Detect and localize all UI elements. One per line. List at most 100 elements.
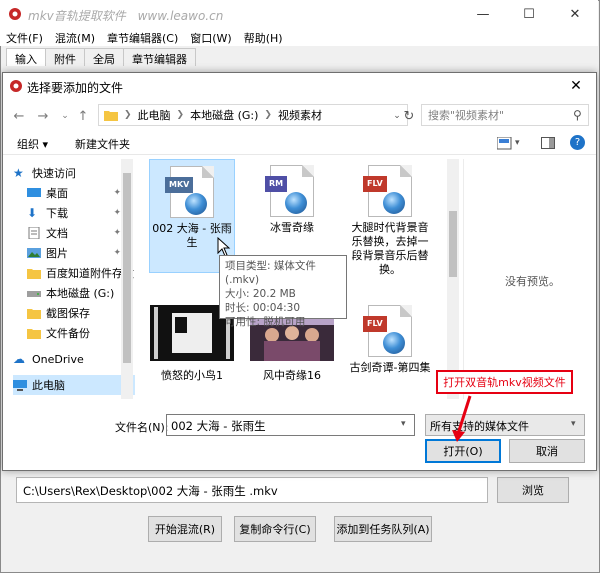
cancel-button[interactable]: 取消 bbox=[509, 439, 585, 463]
help-icon[interactable]: ? bbox=[570, 135, 585, 150]
tooltip-duration: 时长: 00:04:30 bbox=[225, 302, 301, 314]
nav-screenshots[interactable]: 截图保存 bbox=[13, 303, 135, 323]
app-title-url: www.leawo.cn bbox=[137, 9, 224, 23]
preview-pane-icon[interactable] bbox=[541, 137, 555, 150]
folder-icon bbox=[27, 329, 41, 339]
file-name: 冰雪奇缘 bbox=[270, 221, 314, 234]
pin-icon: ✦ bbox=[113, 208, 121, 218]
menubar: 文件(F) 混流(M) 章节编辑器(C) 窗口(W) 帮助(H) bbox=[0, 28, 598, 46]
nav-desktop[interactable]: 桌面 ✦ bbox=[13, 183, 135, 203]
tab-global[interactable]: 全局 bbox=[84, 48, 124, 66]
browse-button[interactable]: 浏览 bbox=[497, 477, 569, 503]
file-info-tooltip: 项目类型: 媒体文件(.mkv) 大小: 20.2 MB 时长: 00:04:3… bbox=[219, 255, 347, 328]
close-icon[interactable]: ✕ bbox=[552, 0, 598, 28]
back-icon[interactable]: ← bbox=[9, 106, 29, 126]
nav-documents[interactable]: 文档 ✦ bbox=[13, 223, 135, 243]
nav-label: OneDrive bbox=[32, 352, 84, 366]
filter-dropdown-icon[interactable]: ▾ bbox=[571, 419, 576, 429]
breadcrumb-video-materials[interactable]: 视频素材 bbox=[274, 107, 326, 123]
nav-scrollbar[interactable] bbox=[121, 159, 133, 399]
menu-file[interactable]: 文件(F) bbox=[0, 28, 49, 46]
search-input[interactable]: 搜索"视频素材" bbox=[421, 104, 589, 126]
flv-file-icon: FLV bbox=[363, 165, 412, 217]
dialog-app-icon bbox=[10, 80, 22, 92]
files-scroll-thumb[interactable] bbox=[449, 211, 457, 277]
tab-chapter-editor[interactable]: 章节编辑器 bbox=[123, 48, 196, 66]
nav-quick-access[interactable]: ★ 快速访问 bbox=[13, 163, 135, 183]
maximize-icon[interactable]: ☐ bbox=[506, 0, 552, 28]
tab-attachments[interactable]: 附件 bbox=[45, 48, 85, 66]
nav-label: 图片 bbox=[46, 247, 68, 260]
nav-label: 文档 bbox=[46, 227, 68, 240]
refresh-icon[interactable]: ↻ bbox=[399, 106, 419, 126]
app-logo-icon bbox=[9, 8, 21, 20]
tooltip-size: 大小: 20.2 MB bbox=[225, 288, 296, 300]
annotation-arrow-icon bbox=[452, 395, 472, 442]
file-item-flv-2[interactable]: FLV 古剑奇谭-第四集 bbox=[347, 299, 433, 399]
tab-input[interactable]: 输入 bbox=[6, 48, 46, 66]
file-name: 愤怒的小鸟1 bbox=[161, 369, 223, 382]
cloud-icon: ☁ bbox=[13, 352, 25, 366]
nav-label: 文件备份 bbox=[46, 327, 90, 340]
minimize-icon[interactable]: — bbox=[460, 0, 506, 28]
nav-onedrive[interactable]: ☁ OneDrive bbox=[13, 349, 135, 369]
menu-window[interactable]: 窗口(W) bbox=[184, 28, 237, 46]
up-icon[interactable]: ↑ bbox=[73, 106, 93, 126]
folder-icon bbox=[104, 111, 118, 121]
nav-drive-g[interactable]: 本地磁盘 (G:) bbox=[13, 283, 135, 303]
start-mux-button[interactable]: 开始混流(R) bbox=[148, 516, 222, 542]
nav-label: 快速访问 bbox=[32, 167, 76, 180]
view-options-icon[interactable] bbox=[497, 137, 513, 150]
file-item-flv-1[interactable]: FLV 大腿时代背景音乐替换，去掉一段背景音乐后替换。 bbox=[347, 159, 433, 297]
desktop-icon bbox=[27, 188, 41, 197]
nav-scroll-thumb[interactable] bbox=[123, 173, 131, 363]
copy-command-button[interactable]: 复制命令行(C) bbox=[234, 516, 316, 542]
open-file-dialog: 选择要添加的文件 ✕ ← → ⌄ ↑ ❯ 此电脑 ❯ 本地磁盘 (G:) ❯ 视… bbox=[2, 72, 597, 471]
file-name: 大腿时代背景音乐替换，去掉一段背景音乐后替换。 bbox=[351, 221, 429, 276]
view-dropdown-icon[interactable]: ▾ bbox=[515, 138, 520, 148]
rm-file-icon: RM bbox=[265, 165, 314, 217]
file-name: 风中奇缘16 bbox=[263, 369, 321, 382]
breadcrumb-this-pc[interactable]: 此电脑 bbox=[134, 107, 175, 123]
flv-file-icon: FLV bbox=[363, 305, 412, 357]
files-scrollbar[interactable] bbox=[447, 159, 459, 399]
nav-pictures[interactable]: 图片 ✦ bbox=[13, 243, 135, 263]
filename-label: 文件名(N): bbox=[115, 421, 169, 434]
menu-chapter-editor[interactable]: 章节编辑器(C) bbox=[101, 28, 184, 46]
forward-icon[interactable]: → bbox=[33, 106, 53, 126]
dialog-title: 选择要添加的文件 bbox=[27, 81, 124, 95]
breadcrumb-drive-g[interactable]: 本地磁盘 (G:) bbox=[186, 107, 262, 123]
dialog-close-icon[interactable]: ✕ bbox=[555, 73, 597, 99]
new-folder-button[interactable]: 新建文件夹 bbox=[75, 136, 130, 152]
filename-input[interactable]: 002 大海 - 张雨生 bbox=[166, 414, 415, 436]
output-path-field[interactable]: C:\Users\Rex\Desktop\002 大海 - 张雨生 .mkv bbox=[16, 477, 488, 503]
nav-file-backup[interactable]: 文件备份 bbox=[13, 323, 135, 343]
no-preview-text: 没有预览。 bbox=[505, 275, 560, 288]
address-bar[interactable]: ❯ 此电脑 ❯ 本地磁盘 (G:) ❯ 视频素材 bbox=[98, 104, 408, 126]
cursor-icon bbox=[217, 237, 231, 257]
menu-mux[interactable]: 混流(M) bbox=[49, 28, 101, 46]
filename-dropdown-icon[interactable]: ▾ bbox=[401, 419, 406, 429]
organize-button[interactable]: 组织 ▾ bbox=[17, 136, 48, 152]
app-title: mkv音轨提取软件 www.leawo.cn bbox=[28, 7, 223, 24]
drive-icon bbox=[27, 291, 41, 297]
tooltip-availability: 可用性: 脱机可用 bbox=[225, 316, 306, 328]
app-tabs: 输入 附件 全局 章节编辑器 bbox=[6, 48, 196, 66]
recent-dropdown-icon[interactable]: ⌄ bbox=[55, 106, 75, 126]
nav-label: 本地磁盘 (G:) bbox=[46, 287, 115, 300]
breadcrumb-separator-icon: ❯ bbox=[264, 110, 272, 120]
computer-icon bbox=[13, 380, 27, 391]
folder-icon bbox=[27, 309, 41, 319]
navigation-pane: ★ 快速访问 桌面 ✦ ⬇ 下载 ✦ 文档 ✦ 图片 ✦ 百度知道附件存放 本地… bbox=[13, 159, 135, 399]
search-icon: ⚲ bbox=[573, 108, 582, 122]
app-title-text: mkv音轨提取软件 bbox=[28, 9, 126, 23]
nav-downloads[interactable]: ⬇ 下载 ✦ bbox=[13, 203, 135, 223]
add-to-queue-button[interactable]: 添加到任务队列(A) bbox=[334, 516, 432, 542]
dialog-toolbar: 组织 ▾ 新建文件夹 ▾ ? bbox=[3, 133, 596, 155]
nav-label: 截图保存 bbox=[46, 307, 90, 320]
nav-baidu-folder[interactable]: 百度知道附件存放 bbox=[13, 263, 135, 283]
menu-help[interactable]: 帮助(H) bbox=[238, 28, 289, 46]
star-icon: ★ bbox=[13, 166, 24, 180]
file-name: 古剑奇谭-第四集 bbox=[349, 361, 431, 374]
nav-this-pc[interactable]: 此电脑 bbox=[13, 375, 135, 395]
